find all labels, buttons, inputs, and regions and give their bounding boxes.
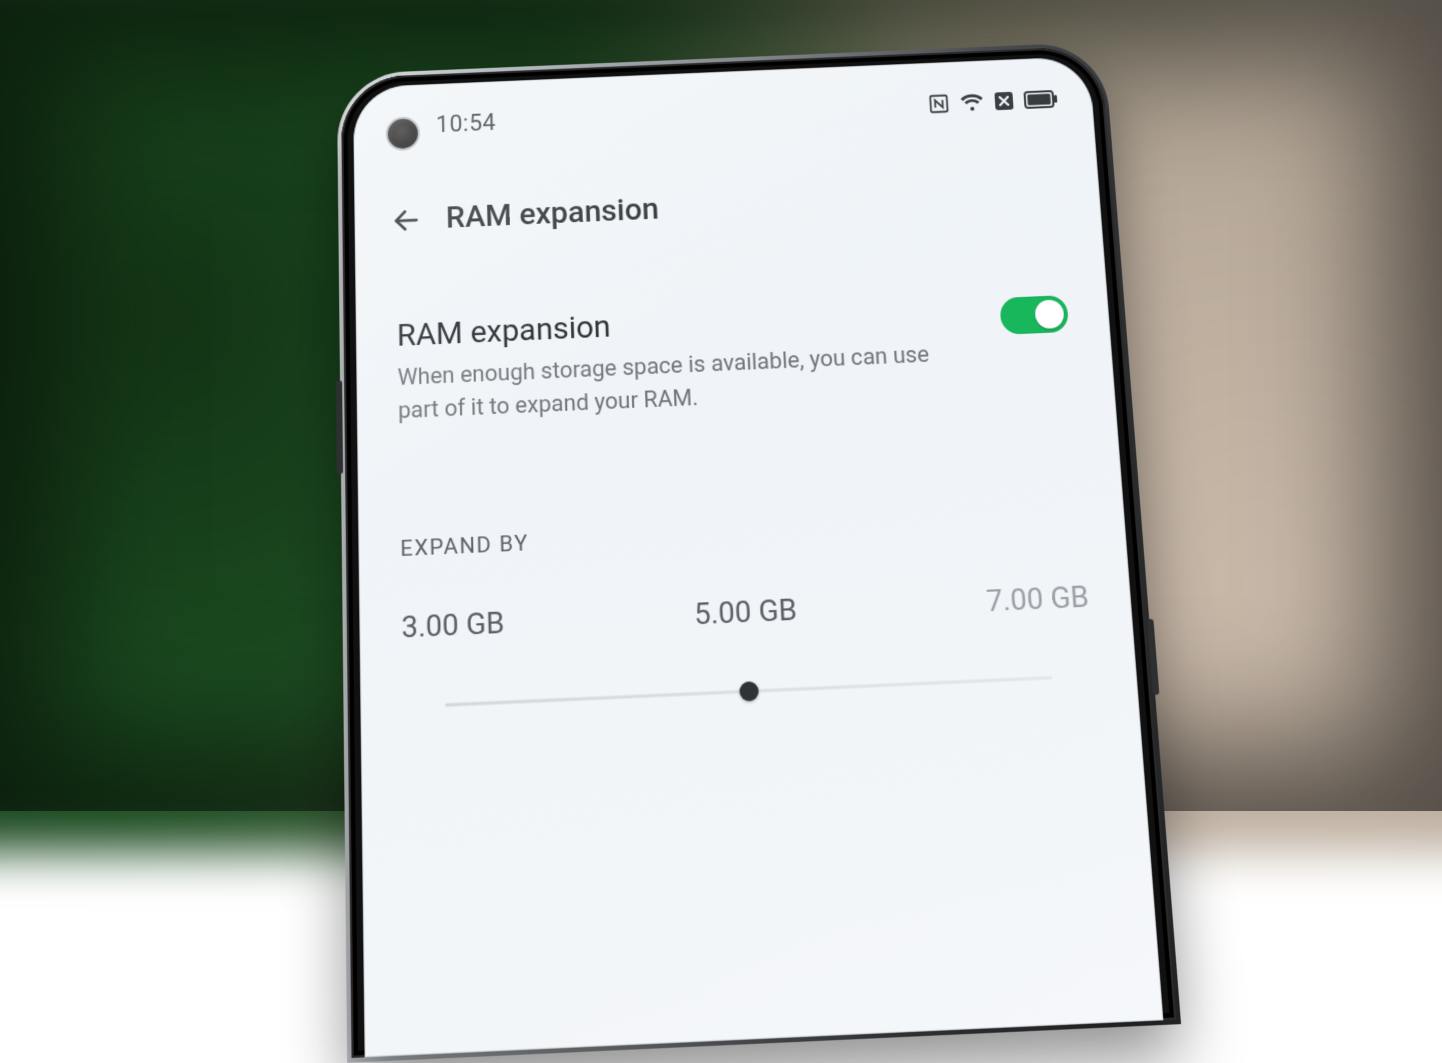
setting-description: When enough storage space is available, … <box>397 339 934 428</box>
ram-expansion-toggle[interactable] <box>999 295 1069 335</box>
expand-by-label: EXPAND BY <box>400 531 529 562</box>
arrow-left-icon <box>391 204 422 235</box>
status-time: 10:54 <box>436 109 497 138</box>
expand-slider[interactable] <box>403 663 1096 720</box>
status-icons <box>927 87 1059 114</box>
battery-icon <box>1023 89 1058 108</box>
expand-option-3gb[interactable]: 3.00 GB <box>401 605 505 645</box>
signal-off-icon <box>993 90 1014 111</box>
setting-text: RAM expansion When enough storage space … <box>397 295 935 428</box>
app-header: RAM expansion <box>354 172 1100 239</box>
phone-frame: 10:54 <box>341 46 1177 1058</box>
expand-option-7gb[interactable]: 7.00 GB <box>985 579 1090 619</box>
expand-options: 3.00 GB 5.00 GB 7.00 GB <box>359 577 1132 647</box>
expand-option-5gb[interactable]: 5.00 GB <box>693 592 797 632</box>
wifi-icon <box>959 92 984 113</box>
nfc-icon <box>927 92 950 115</box>
toggle-knob <box>1034 299 1065 329</box>
ram-expansion-row: RAM expansion When enough storage space … <box>356 287 1115 430</box>
volume-button <box>336 380 343 474</box>
phone-screen: 10:54 <box>353 56 1163 1057</box>
phone-mockup: 10:54 <box>341 46 1177 1058</box>
slider-handle[interactable] <box>739 681 759 701</box>
back-button[interactable] <box>389 202 424 238</box>
status-bar: 10:54 <box>353 83 1093 141</box>
page-title: RAM expansion <box>446 191 660 235</box>
